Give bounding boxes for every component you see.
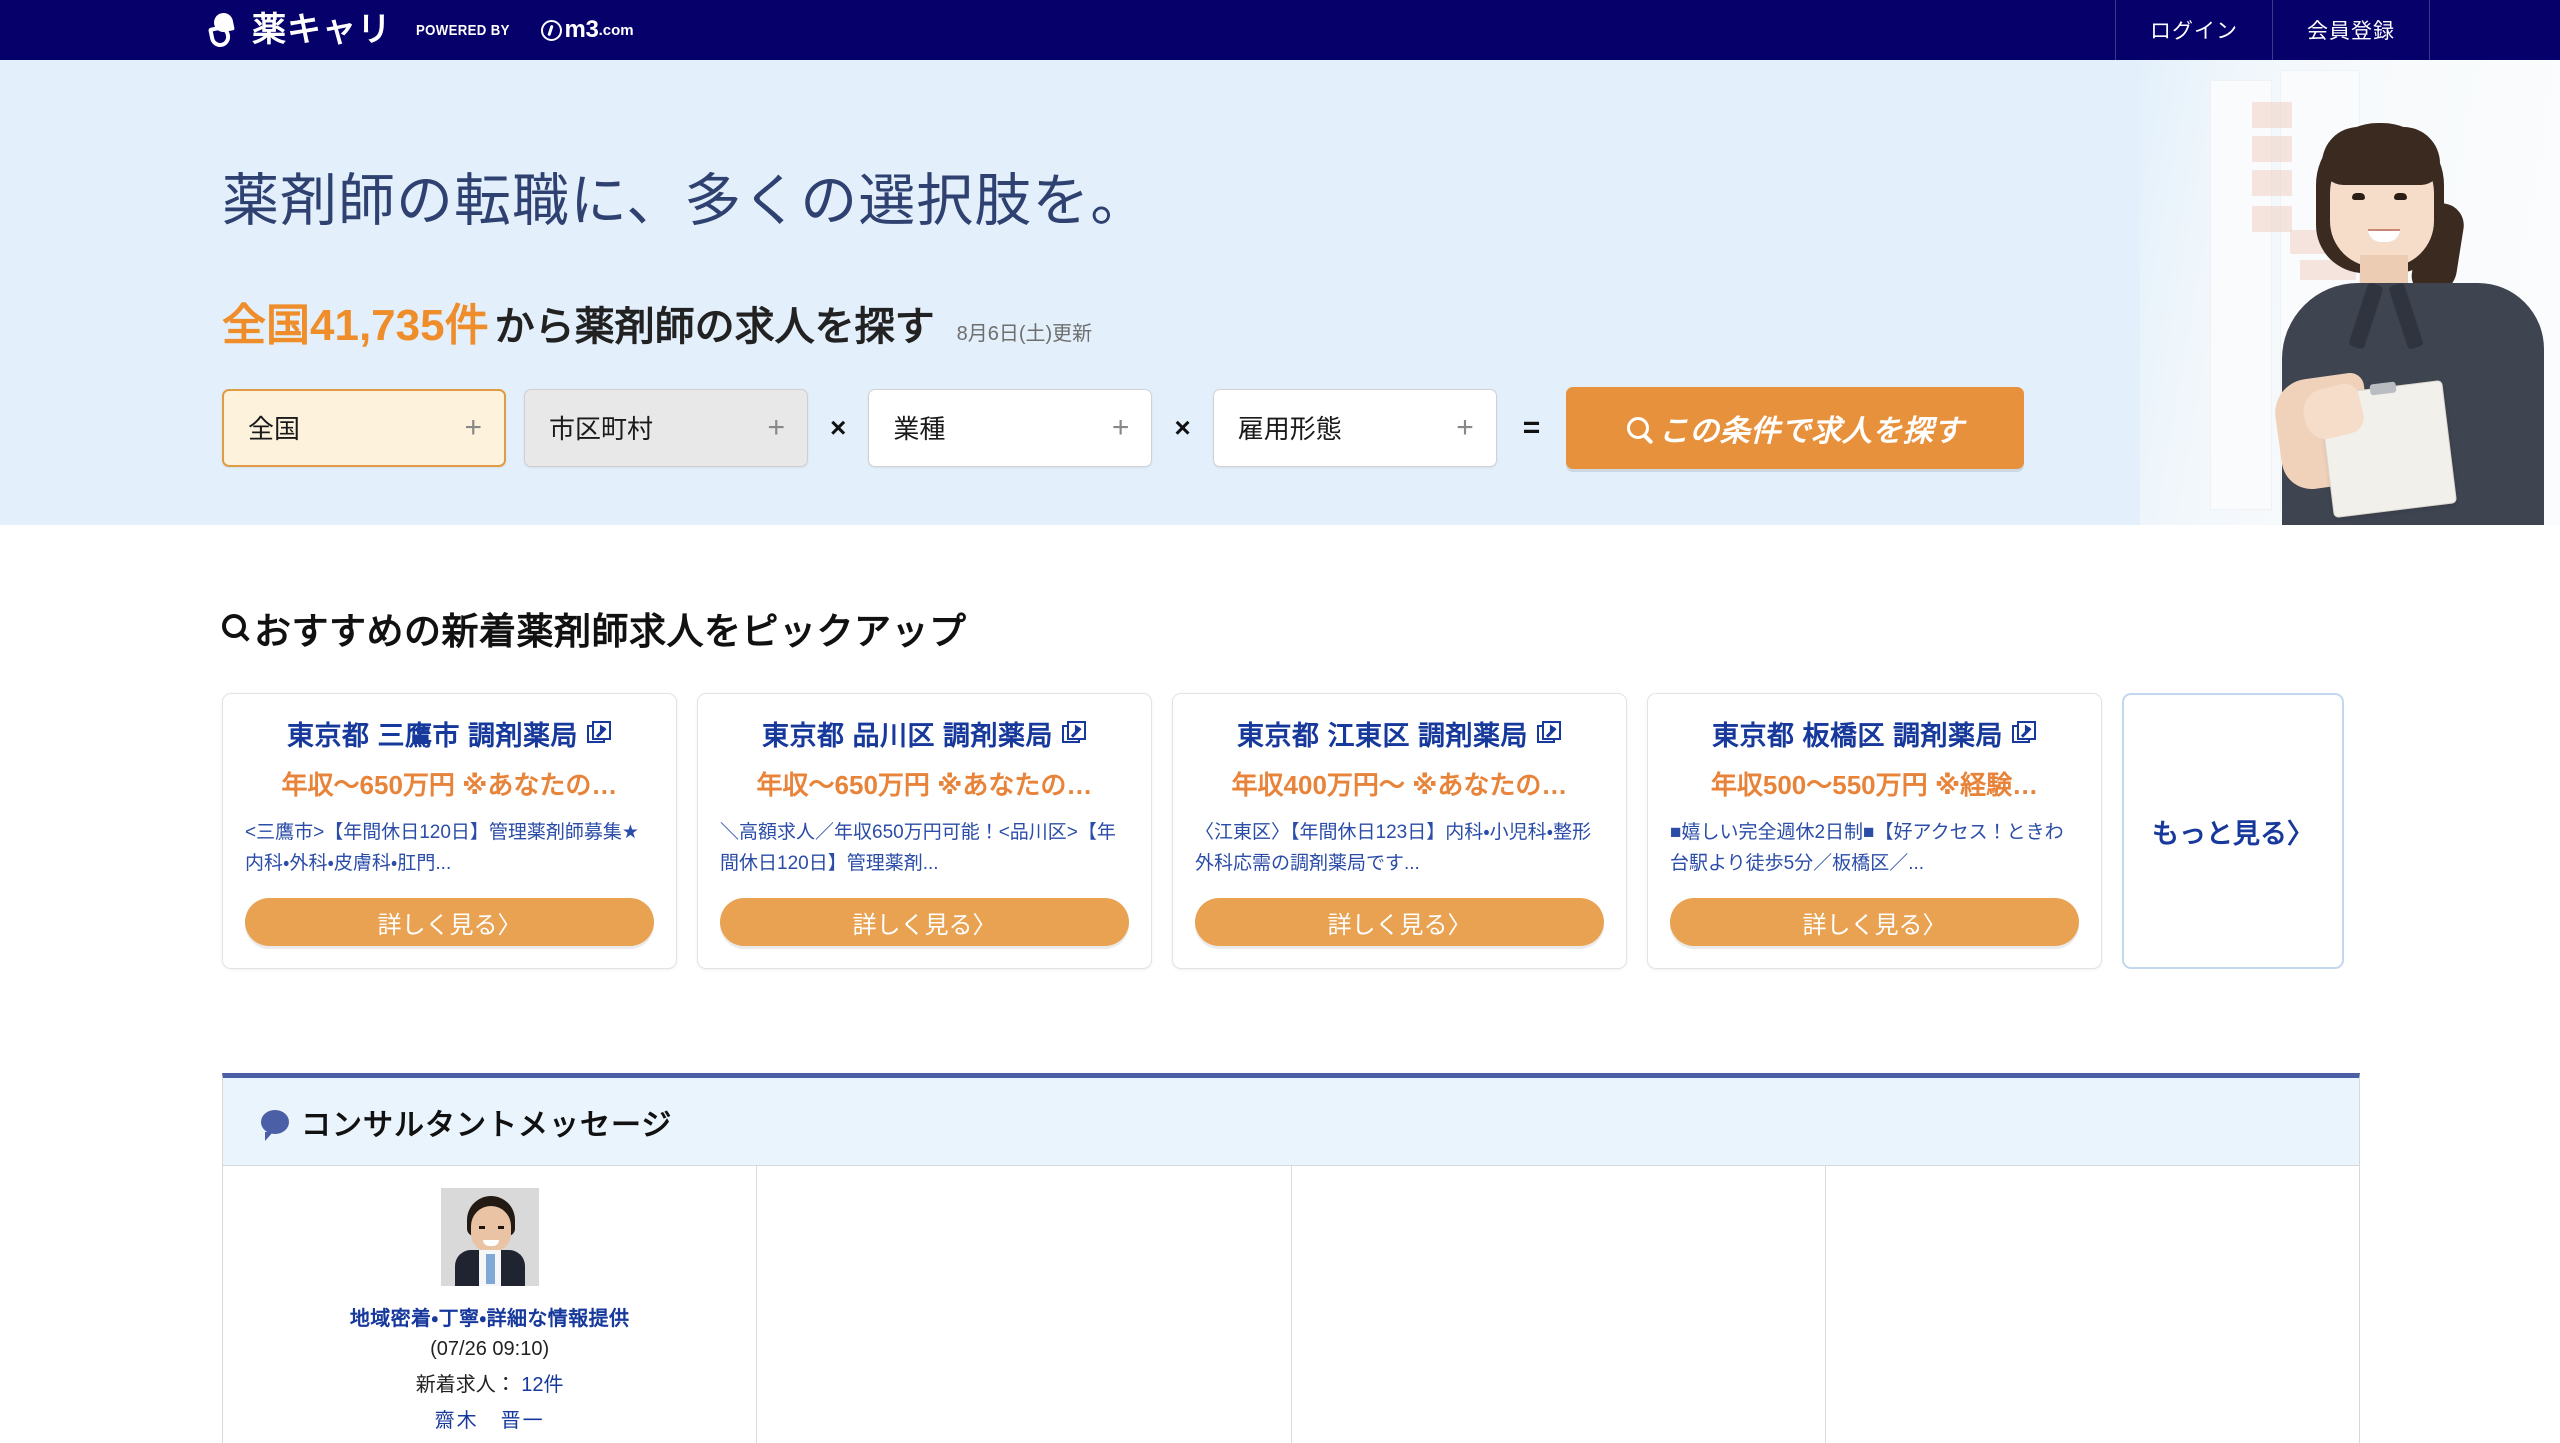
open-external-icon [1537,721,1562,746]
new-jobs-count: 12件 [521,1374,564,1396]
search-icon [222,614,246,638]
job-card-description: <三鷹市>【年間休日120日】管理薬剤師募集★内科・外科・皮膚科・肛門... [245,822,639,874]
open-external-icon [587,721,612,746]
job-card-salary: 年収〜650万円 ※あなたの… [281,770,618,800]
job-card-detail-button[interactable]: 詳しく見る〉 [1670,898,2079,946]
m3-logo[interactable]: m3 .com [540,16,634,44]
plus-icon: + [1456,410,1474,444]
multiply-operator: × [1174,411,1191,443]
consultant-name[interactable]: 齋木 晋一 [435,1404,545,1433]
new-jobs-label: 新着求人： [415,1374,516,1396]
job-card-detail-button[interactable]: 詳しく見る〉 [720,898,1129,946]
consultant-section-title: コンサルタントメッセージ [301,1108,673,1142]
consultant-message-section: コンサルタントメッセージ 地域密着・丁寧・詳細な情報提供 (07/26 09:1… [222,1073,2360,1443]
avatar [440,1188,539,1286]
job-card[interactable]: 東京都 板橋区 調剤薬局 年収500〜550万円 ※経験… ■嬉しい完全週休2日… [1647,693,2102,969]
consultant-new-jobs: 新着求人： 12件 [416,1368,564,1397]
consultant-timestamp: (07/26 09:10) [430,1338,550,1360]
speech-bubble-icon [261,1109,289,1141]
open-external-icon [2012,721,2037,746]
job-card-description: ＼高額求人／年収650万円可能！<品川区>【年間休日120日】管理薬剤... [720,822,1116,874]
updated-date: 8月6日(土)更新 [956,322,1093,345]
plus-icon: + [1111,410,1130,444]
employment-type-select[interactable]: 雇用形態 + [1212,388,1497,467]
search-submit-label: この条件で求人を探す [1658,414,1964,448]
m3-dotcom: .com [598,21,634,39]
site-logo[interactable]: 薬キャリ POWERED BY m3 .com [208,0,634,60]
job-card[interactable]: 東京都 江東区 調剤薬局 年収400万円〜 ※あなたの… 〈江東区〉【年間休日1… [1172,693,1627,969]
job-card-detail-button[interactable]: 詳しく見る〉 [1195,898,1604,946]
job-card-description: 〈江東区〉【年間休日123日】内科・小児科・整形外科応需の調剤薬局です... [1195,822,1592,874]
pickup-section-header: おすすめの新着薬剤師求人をピックアップ [222,601,2360,655]
open-external-icon [1062,721,1087,746]
job-count: 全国41,735件 [222,300,489,350]
city-value: 市区町村 [549,414,654,445]
job-card-location-row: 東京都 江東区 調剤薬局 [1195,714,1604,753]
hero-section: 薬剤師の転職に、多くの選択肢を。 全国41,735件 から薬剤師の求人を探す 8… [0,60,2560,525]
job-card-salary: 年収〜650万円 ※あなたの… [756,770,1093,800]
job-card-description: ■嬉しい完全週休2日制■【好アクセス！ときわ台駅より徒歩5分／板橋区／... [1670,822,2064,874]
consultant-list: 地域密着・丁寧・詳細な情報提供 (07/26 09:10) 新着求人： 12件 … [223,1166,2359,1443]
pickup-section-title: おすすめの新着薬剤師求人をピックアップ [254,611,967,652]
job-type-select[interactable]: 業種 + [868,388,1153,467]
job-card-location: 東京都 品川区 調剤薬局 [761,721,1053,751]
header-actions: ログイン 会員登録 [2115,0,2560,60]
hero-title: 薬剤師の転職に、多くの選択肢を。 [222,169,1149,233]
plus-icon: + [767,410,785,444]
consultant-entry[interactable] [757,1166,1292,1443]
plus-icon: + [464,410,482,444]
search-submit-button[interactable]: この条件で求人を探す [1566,386,2025,469]
job-card-salary: 年収400万円〜 ※あなたの… [1231,770,1568,800]
job-card-location: 東京都 江東区 調剤薬局 [1236,721,1528,751]
consultant-headline[interactable]: 地域密着・丁寧・詳細な情報提供 [350,1302,630,1331]
equals-operator: = [1522,410,1541,444]
job-type-value: 業種 [893,414,946,445]
job-card-detail-button[interactable]: 詳しく見る〉 [245,898,654,946]
prefecture-value: 全国 [248,414,301,445]
job-count-row: 全国41,735件 から薬剤師の求人を探す 8月6日(土)更新 [222,289,2560,353]
logo-text: 薬キャリ [252,11,392,49]
consultant-entry[interactable]: 地域密着・丁寧・詳細な情報提供 (07/26 09:10) 新着求人： 12件 … [223,1166,758,1443]
job-card-location: 東京都 板橋区 調剤薬局 [1711,721,2003,751]
employment-type-value: 雇用形態 [1237,414,1342,445]
job-card-location-row: 東京都 品川区 調剤薬局 [720,714,1129,753]
consultant-entry[interactable] [1826,1166,2359,1443]
job-card[interactable]: 東京都 三鷹市 調剤薬局 年収〜650万円 ※あなたの… <三鷹市>【年間休日1… [222,693,677,969]
job-card-list: 東京都 三鷹市 調剤薬局 年収〜650万円 ※あなたの… <三鷹市>【年間休日1… [222,693,2360,969]
m3-ring-icon [540,19,562,41]
multiply-operator: × [830,411,847,443]
job-card-location-row: 東京都 板橋区 調剤薬局 [1670,714,2079,753]
consultant-section-header: コンサルタントメッセージ [223,1078,2359,1166]
search-icon [1626,416,1649,439]
job-card-location: 東京都 三鷹市 調剤薬局 [286,721,578,751]
job-search-bar: 全国 + 市区町村 + × 業種 + × 雇用形態 + = この条件で求人を探す [222,386,2560,469]
login-button[interactable]: ログイン [2115,0,2272,60]
pill-capsule-icon [208,11,238,49]
powered-by-label: POWERED BY [416,21,510,39]
site-header: 薬キャリ POWERED BY m3 .com ログイン 会員登録 [0,0,2560,60]
consultant-entry[interactable] [1292,1166,1826,1443]
job-count-suffix: から薬剤師の求人を探す [494,304,935,349]
job-card[interactable]: 東京都 品川区 調剤薬局 年収〜650万円 ※あなたの… ＼高額求人／年収650… [697,693,1152,969]
job-card-salary: 年収500〜550万円 ※経験… [1710,770,2039,800]
prefecture-select[interactable]: 全国 + [222,388,506,467]
job-card-location-row: 東京都 三鷹市 調剤薬局 [245,714,654,753]
city-select[interactable]: 市区町村 + [524,388,808,467]
more-jobs-button[interactable]: もっと見る〉 [2122,693,2344,969]
m3-word: m3 [564,16,599,43]
register-button[interactable]: 会員登録 [2272,0,2430,60]
